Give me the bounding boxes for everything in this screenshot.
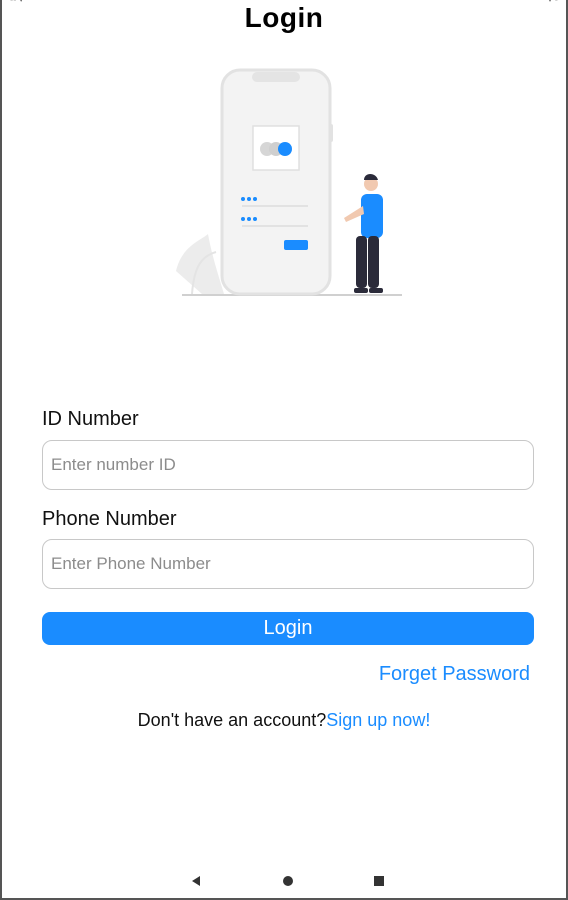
- login-button[interactable]: Login: [42, 612, 534, 645]
- home-button[interactable]: [275, 868, 301, 894]
- page-title: Login: [244, 2, 324, 33]
- id-number-input[interactable]: [42, 440, 534, 490]
- signup-prompt: Don't have an account?: [137, 710, 327, 730]
- system-nav-bar: [2, 868, 566, 894]
- phone-number-label: Phone Number: [42, 508, 177, 530]
- phone-number-input[interactable]: [42, 539, 534, 589]
- signup-link[interactable]: Sign up now!: [326, 710, 430, 730]
- login-illustration: [176, 68, 402, 296]
- recents-icon: [374, 876, 384, 886]
- home-icon: [283, 876, 293, 886]
- recents-button[interactable]: [366, 868, 392, 894]
- id-number-label: ID Number: [42, 408, 139, 430]
- signup-row: Don't have an account?Sign up now!: [2, 710, 566, 731]
- back-icon: [192, 876, 200, 886]
- forget-password-link[interactable]: Forget Password: [379, 663, 530, 686]
- login-screen: ▪▪ ▾ ▾ ▪ Login: [0, 0, 568, 900]
- back-button[interactable]: [183, 868, 209, 894]
